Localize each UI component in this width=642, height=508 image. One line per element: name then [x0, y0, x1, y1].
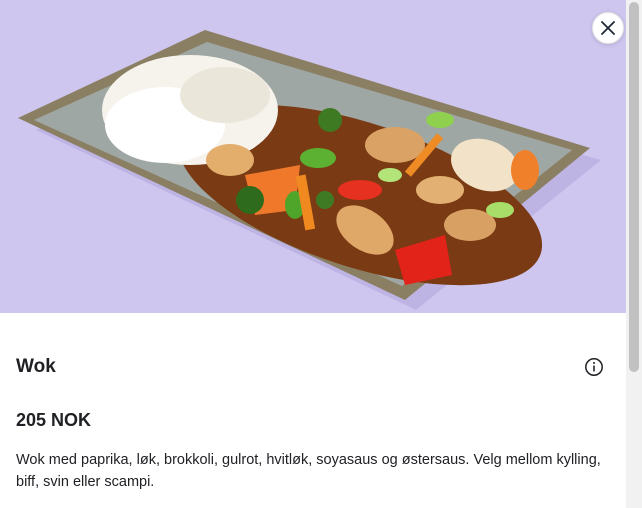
item-price: 205 NOK [16, 410, 92, 430]
close-button[interactable] [592, 12, 624, 44]
item-title: Wok [16, 356, 56, 377]
dish-image [0, 0, 626, 313]
title-row: Wok [16, 355, 610, 379]
scrollbar-thumb[interactable] [629, 2, 639, 372]
info-button[interactable] [584, 357, 604, 377]
close-icon [601, 21, 615, 35]
item-modal: Wok 205 NOK Wok med paprika, løk, brokko… [0, 0, 626, 508]
item-description: Wok med paprika, løk, brokkoli, gulrot, … [16, 452, 601, 490]
info-icon [585, 358, 603, 376]
scrollbar[interactable] [626, 0, 642, 508]
